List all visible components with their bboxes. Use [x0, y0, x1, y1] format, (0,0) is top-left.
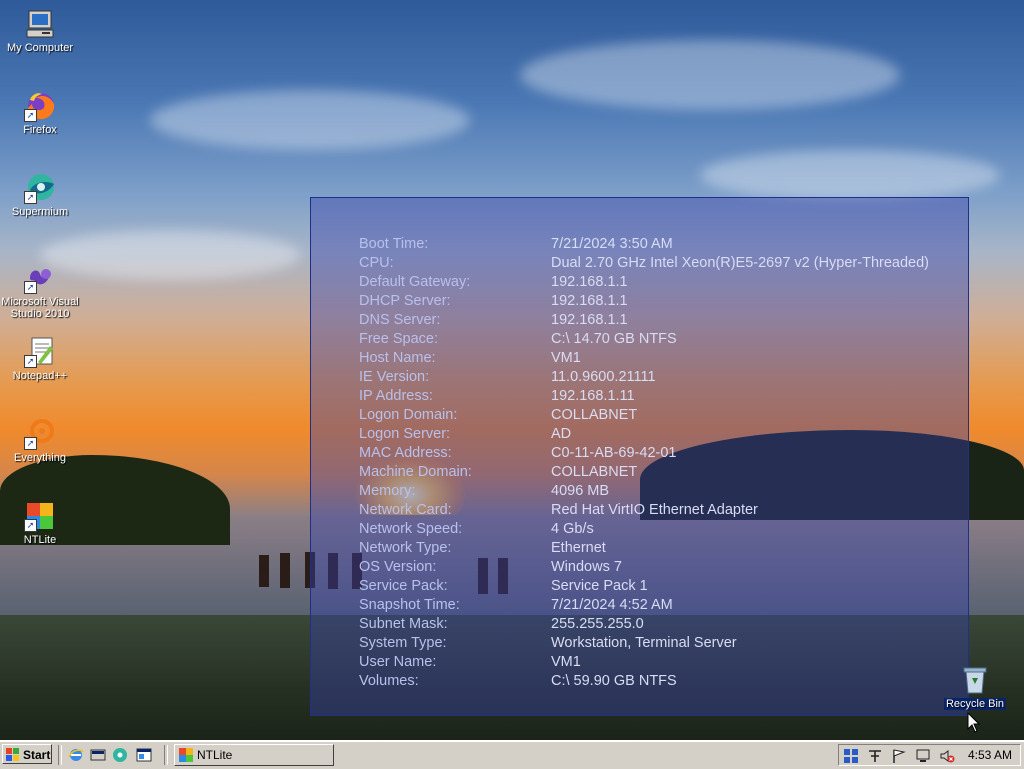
desktop-icon-label: Notepad++ [12, 370, 68, 382]
ie-icon[interactable] [68, 747, 84, 763]
info-label: Volumes: [359, 673, 419, 689]
desktop-icon-firefox[interactable]: ➚ Firefox [0, 90, 80, 136]
desktop-icon-label: My Computer [6, 42, 74, 54]
info-value: COLLABNET [551, 464, 638, 480]
info-value: 192.168.1.1 [551, 312, 628, 328]
info-value: Windows 7 [551, 559, 622, 575]
info-value: VM1 [551, 350, 581, 366]
recycle-bin-icon [959, 664, 991, 696]
explorer-icon[interactable] [136, 747, 152, 763]
info-label: System Type: [359, 635, 447, 651]
ntlite-icon: ➚ [24, 500, 56, 532]
ntlite-icon [179, 748, 193, 762]
info-label: Service Pack: [359, 578, 448, 594]
info-label: Logon Server: [359, 426, 451, 442]
desktop-icon-label: NTLite [23, 534, 57, 546]
computer-icon [24, 8, 56, 40]
info-value: C:\ 14.70 GB NTFS [551, 331, 677, 347]
show-desktop-icon[interactable] [90, 747, 106, 763]
info-value: 7/21/2024 4:52 AM [551, 597, 673, 613]
info-label: Host Name: [359, 350, 436, 366]
desktop-icon-visual-studio[interactable]: ➚ Microsoft Visual Studio 2010 [0, 262, 80, 320]
desktop-icon-label: Everything [14, 452, 66, 464]
firefox-icon: ➚ [24, 90, 56, 122]
supermium-icon: ➚ [24, 172, 56, 204]
system-tray: 4:53 AM [838, 744, 1021, 766]
task-button-label: NTLite [197, 748, 233, 762]
desktop-icon-label: Firefox [23, 124, 57, 136]
network-icon[interactable] [843, 748, 859, 764]
info-value: AD [551, 426, 572, 442]
info-value: 7/21/2024 3:50 AM [551, 236, 673, 252]
info-label: Free Space: [359, 331, 438, 347]
task-button-ntlite[interactable]: NTLite [174, 744, 334, 766]
display-icon[interactable] [915, 748, 931, 764]
desktop-icon-label: Supermium [11, 206, 69, 218]
info-label: User Name: [359, 654, 437, 670]
taskbar-clock[interactable]: 4:53 AM [968, 745, 1012, 765]
desktop-icon-label: Recycle Bin [943, 698, 1007, 710]
info-label: Network Type: [359, 540, 452, 556]
desktop-icon-my-computer[interactable]: My Computer [0, 8, 80, 54]
info-label: IE Version: [359, 369, 430, 385]
desktop-icon-everything[interactable]: ➚ Everything [0, 418, 80, 464]
desktop-icon-ntlite[interactable]: ➚ NTLite [0, 500, 80, 546]
info-label: Machine Domain: [359, 464, 472, 480]
info-label: Logon Domain: [359, 407, 458, 423]
info-label: Network Speed: [359, 521, 463, 537]
info-value: 255.255.255.0 [551, 616, 644, 632]
volume-muted-icon[interactable] [939, 748, 955, 764]
info-label: DNS Server: [359, 312, 441, 328]
info-value: 192.168.1.11 [551, 388, 635, 404]
start-button[interactable]: Start [2, 744, 52, 764]
info-label: Boot Time: [359, 236, 429, 252]
desktop-icon-recycle-bin[interactable]: Recycle Bin [935, 664, 1015, 710]
info-value: Red Hat VirtIO Ethernet Adapter [551, 502, 758, 518]
info-value: 192.168.1.1 [551, 274, 628, 290]
info-value: Dual 2.70 GHz Intel Xeon(R)E5-2697 v2 (H… [551, 255, 929, 271]
info-value: C0-11-AB-69-42-01 [551, 445, 677, 461]
desktop-icon-supermium[interactable]: ➚ Supermium [0, 172, 80, 218]
taskbar-separator [164, 745, 168, 765]
info-label: MAC Address: [359, 445, 452, 461]
everything-icon: ➚ [24, 418, 56, 450]
info-value: 11.0.9600.21111 [551, 369, 656, 385]
info-value: Service Pack 1 [551, 578, 648, 594]
windows-logo-icon [6, 748, 19, 761]
info-value: VM1 [551, 654, 581, 670]
info-label: Network Card: [359, 502, 452, 518]
supermium-quicklaunch-icon[interactable] [112, 747, 128, 763]
info-value: Workstation, Terminal Server [551, 635, 737, 651]
info-value: 4096 MB [551, 483, 610, 499]
mouse-cursor-icon [967, 712, 981, 733]
desktop-icon-label: Microsoft Visual Studio 2010 [1, 296, 79, 320]
input-icon[interactable] [867, 748, 883, 764]
visual-studio-icon: ➚ [24, 262, 56, 294]
system-info-overlay: Boot Time: 7/21/2024 3:50 AM CPU: Dual 2.70… [310, 197, 969, 716]
info-value: Ethernet [551, 540, 606, 556]
info-label: IP Address: [359, 388, 433, 404]
start-label: Start [23, 748, 51, 762]
desktop-icon-notepadpp[interactable]: ➚ Notepad++ [0, 336, 80, 382]
info-label: Default Gateway: [359, 274, 471, 290]
flag-icon[interactable] [891, 748, 907, 764]
info-label: Memory: [359, 483, 416, 499]
taskbar: Start NTLite 4:53 AM [0, 740, 1024, 769]
info-label: OS Version: [359, 559, 437, 575]
taskbar-separator [58, 745, 62, 765]
notepadpp-icon: ➚ [24, 336, 56, 368]
info-label: Snapshot Time: [359, 597, 460, 613]
info-value: 192.168.1.1 [551, 293, 628, 309]
info-value: C:\ 59.90 GB NTFS [551, 673, 677, 689]
info-value: 4 Gb/s [551, 521, 594, 537]
info-label: DHCP Server: [359, 293, 451, 309]
info-label: CPU: [359, 255, 394, 271]
info-value: COLLABNET [551, 407, 638, 423]
info-label: Subnet Mask: [359, 616, 448, 632]
